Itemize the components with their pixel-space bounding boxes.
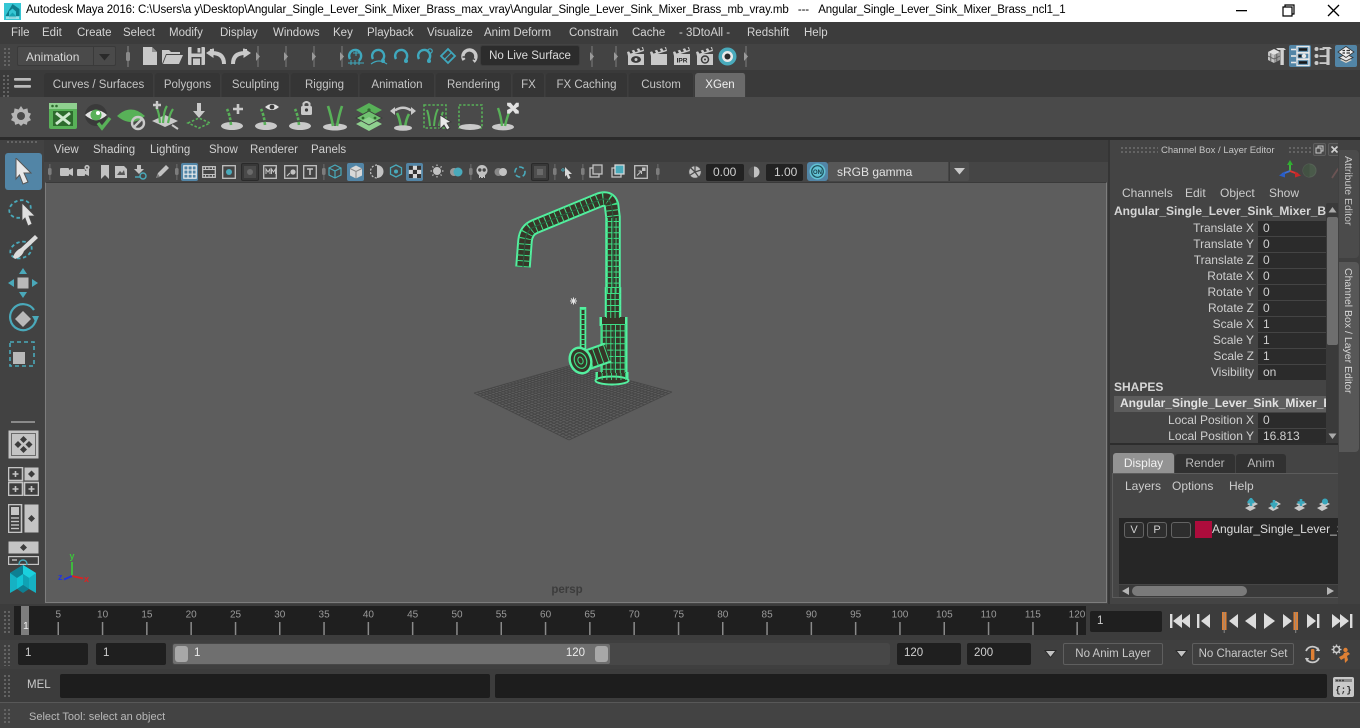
svg-text:ON: ON bbox=[813, 170, 822, 176]
svg-text:x: x bbox=[84, 574, 89, 584]
svg-text:z: z bbox=[58, 572, 63, 582]
svg-text:y: y bbox=[70, 551, 75, 561]
svg-text:persp: persp bbox=[551, 584, 582, 596]
svg-text:{;}: {;} bbox=[1335, 686, 1351, 696]
svg-text:IPR: IPR bbox=[677, 58, 688, 65]
